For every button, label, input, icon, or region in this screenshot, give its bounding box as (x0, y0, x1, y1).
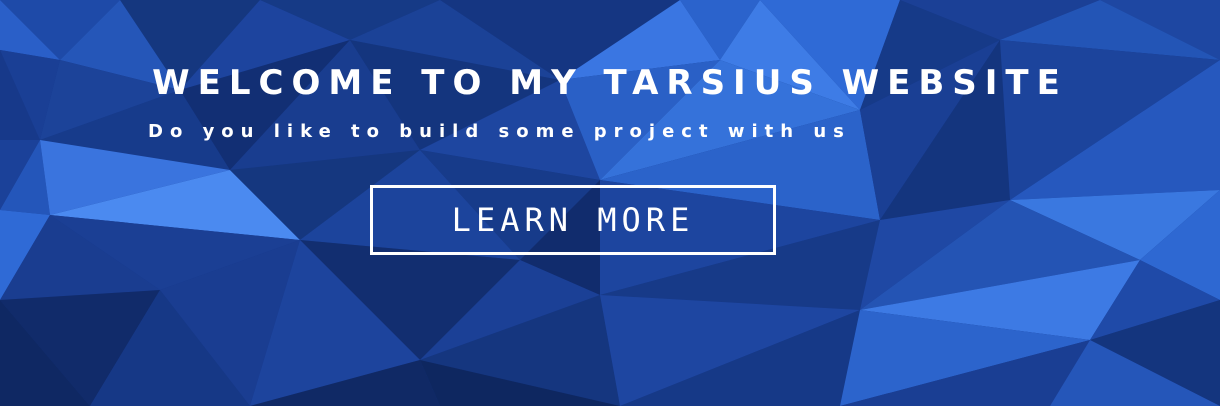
learn-more-button[interactable]: LEARN MORE (370, 185, 776, 255)
hero-banner: WELCOME TO MY TARSIUS WEBSITE Do you lik… (0, 0, 1220, 406)
tagline: Do you like to build some project with u… (148, 121, 851, 142)
page-title: WELCOME TO MY TARSIUS WEBSITE (152, 63, 1068, 103)
